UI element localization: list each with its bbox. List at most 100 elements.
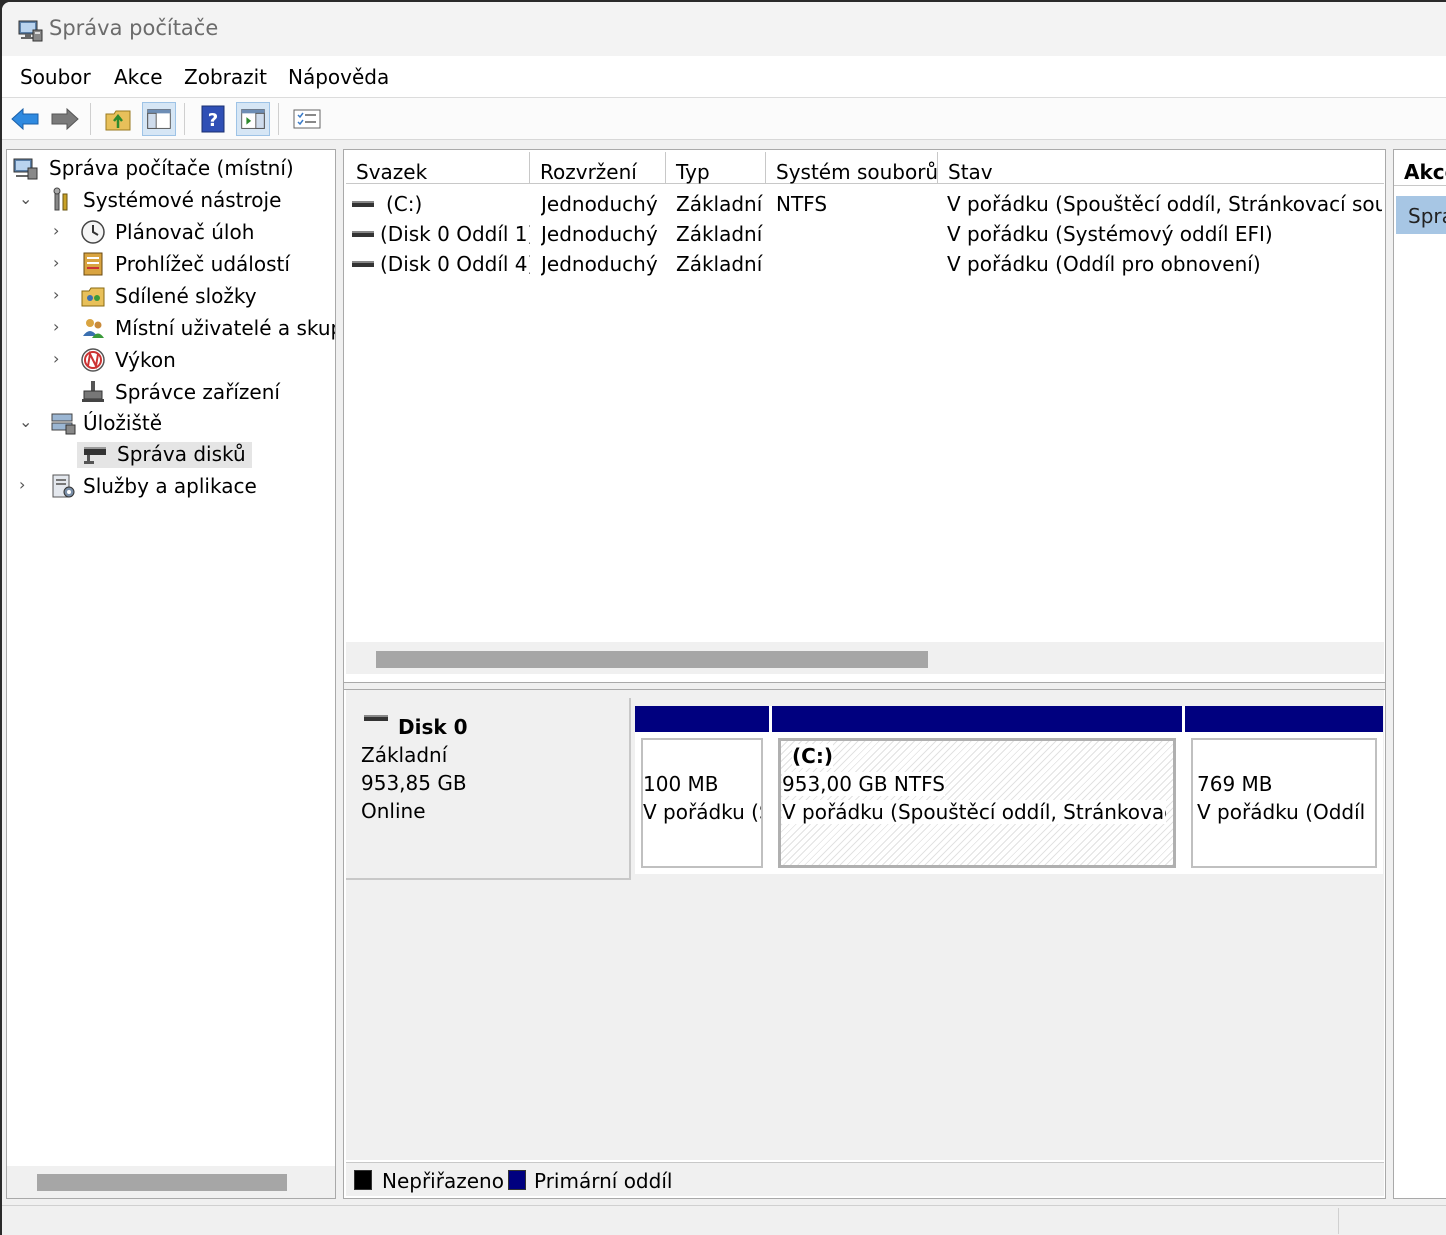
storage-icon: [51, 413, 76, 435]
tree-item-label: Místní uživatelé a skupiny: [115, 316, 335, 340]
volume-name: (C:): [386, 192, 423, 216]
volume-name: (Disk 0 Oddíl 1): [380, 222, 530, 246]
disk-graph-pane: Disk 0 Základní 953,85 GB Online 100 MB …: [346, 690, 1384, 1160]
legend: Nepřiřazeno Primární oddíl: [346, 1162, 1384, 1196]
disk-info[interactable]: Disk 0 Základní 953,85 GB Online: [346, 698, 631, 880]
column-volume[interactable]: Svazek: [346, 152, 530, 184]
volume-icon: [352, 201, 374, 207]
legend-label-primary: Primární oddíl: [534, 1169, 673, 1193]
disk-management-pane: Svazek Rozvržení Typ Systém souborů Stav…: [343, 149, 1386, 1199]
shared-folder-icon: [81, 287, 105, 307]
column-layout[interactable]: Rozvržení: [530, 152, 666, 184]
column-type[interactable]: Typ: [666, 152, 766, 184]
chevron-right-icon[interactable]: ›: [53, 285, 67, 304]
partition-efi[interactable]: 100 MB V pořádku (Systémový oddíl EFI): [635, 706, 769, 872]
volume-row[interactable]: (Disk 0 Oddíl 4) Jednoduchý Základní V p…: [346, 250, 1382, 280]
partition-size: 100 MB: [643, 772, 719, 796]
disk-type: Základní: [361, 743, 448, 767]
partition-status: V pořádku (Systémový oddíl EFI): [643, 800, 761, 824]
volume-status: V pořádku (Oddíl pro obnovení): [947, 252, 1261, 276]
title-bar: Správa počítače: [2, 2, 1446, 56]
disk-name: Disk 0: [398, 715, 468, 739]
volume-icon: [352, 231, 374, 237]
computer-management-icon: [18, 20, 43, 42]
volume-list-scrollbar-track[interactable]: [346, 642, 1384, 674]
menu-action[interactable]: Akce: [114, 65, 163, 89]
volume-layout: Jednoduchý: [541, 252, 658, 276]
menu-view[interactable]: Zobrazit: [184, 65, 267, 89]
action-pane-icon[interactable]: [236, 102, 270, 136]
tree-item-label: Sdílené složky: [115, 284, 257, 308]
actions-item-disk-management[interactable]: Správa disků: [1396, 196, 1446, 234]
volume-name: (Disk 0 Oddíl 4): [380, 252, 530, 276]
menu-bar: Soubor Akce Zobrazit Nápověda: [2, 56, 1446, 98]
partition-label: (C:): [792, 744, 833, 768]
tree-item-label: Prohlížeč událostí: [115, 252, 290, 276]
tree-item-label: Úložiště: [83, 411, 163, 435]
volume-icon: [352, 261, 374, 267]
volume-layout: Jednoduchý: [541, 192, 658, 216]
arrow-left-icon[interactable]: [8, 102, 42, 136]
legend-swatch-unallocated: [354, 1170, 372, 1190]
tree-scrollbar-thumb[interactable]: [37, 1174, 287, 1191]
chevron-right-icon[interactable]: ›: [53, 221, 67, 240]
computer-management-window: Správa počítače Soubor Akce Zobrazit Náp…: [2, 2, 1446, 1235]
pane-splitter[interactable]: [344, 682, 1385, 690]
volume-row[interactable]: (Disk 0 Oddíl 1) Jednoduchý Základní V p…: [346, 220, 1382, 250]
disk-size: 953,85 GB: [361, 771, 467, 795]
window-title: Správa počítače: [49, 16, 219, 40]
actions-pane: Akce Správa disků: [1393, 149, 1446, 1199]
toolbar-separator: [184, 103, 185, 135]
chevron-right-icon[interactable]: ›: [19, 475, 33, 494]
partition-strip: 100 MB V pořádku (Systémový oddíl EFI) (…: [635, 706, 1383, 874]
column-status[interactable]: Stav: [938, 152, 1384, 184]
tree-item-label: Služby a aplikace: [83, 474, 257, 498]
device-manager-icon: [82, 381, 104, 402]
tree-root-label: Správa počítače (místní): [49, 156, 294, 180]
disk-state: Online: [361, 799, 426, 823]
arrow-right-icon[interactable]: [48, 102, 82, 136]
partition-c[interactable]: (C:) 953,00 GB NTFS V pořádku (Spouštěcí…: [772, 706, 1182, 872]
column-filesystem[interactable]: Systém souborů: [766, 152, 938, 184]
partition-size: 953,00 GB NTFS: [782, 772, 945, 796]
toolbar-separator: [90, 103, 91, 135]
partition-type-bar: [1185, 706, 1383, 732]
users-icon: [83, 319, 104, 338]
volume-filesystem: NTFS: [776, 192, 828, 216]
volume-list-scrollbar-thumb[interactable]: [376, 651, 928, 668]
computer-management-icon: [13, 158, 38, 180]
chevron-down-icon[interactable]: ⌄: [19, 412, 33, 431]
partition-type-bar: [635, 706, 769, 732]
toolbar-separator: [278, 103, 279, 135]
actions-header: Akce: [1394, 150, 1446, 186]
status-bar-separator: [1338, 1208, 1339, 1234]
legend-swatch-primary: [508, 1170, 526, 1190]
chevron-right-icon[interactable]: ›: [53, 317, 67, 336]
volume-list-header: Svazek Rozvržení Typ Systém souborů Stav: [346, 152, 1384, 184]
properties-icon[interactable]: [290, 102, 324, 136]
help-icon[interactable]: ?: [196, 102, 230, 136]
disk-icon: [364, 715, 388, 721]
chevron-down-icon[interactable]: ⌄: [19, 189, 33, 208]
folder-up-icon[interactable]: [102, 102, 136, 136]
volume-type: Základní: [676, 252, 763, 276]
volume-layout: Jednoduchý: [541, 222, 658, 246]
volume-status: V pořádku (Systémový oddíl EFI): [947, 222, 1273, 246]
tree-item-label: Plánovač úloh: [115, 220, 255, 244]
chevron-right-icon[interactable]: ›: [53, 253, 67, 272]
toolbar: ?: [2, 98, 1446, 140]
tree-item-label: Správce zařízení: [115, 380, 280, 404]
chevron-right-icon[interactable]: ›: [53, 349, 67, 368]
volume-row[interactable]: (C:) Jednoduchý Základní NTFS V pořádku …: [346, 190, 1382, 220]
menu-help[interactable]: Nápověda: [288, 65, 389, 89]
status-bar: [2, 1205, 1446, 1235]
partition-type-bar: [772, 706, 1182, 732]
volume-type: Základní: [676, 222, 763, 246]
partition-status: V pořádku (Spouštěcí oddíl, Stránkovací …: [782, 800, 1166, 824]
menu-file[interactable]: Soubor: [20, 65, 91, 89]
partition-recovery[interactable]: 769 MB V pořádku (Oddíl pro obnovení): [1185, 706, 1383, 872]
legend-label-unallocated: Nepřiřazeno: [382, 1169, 504, 1193]
tree-item-label: Výkon: [115, 348, 176, 372]
tree-item-label: Systémové nástroje: [83, 188, 282, 212]
console-tree-icon[interactable]: [142, 102, 176, 136]
